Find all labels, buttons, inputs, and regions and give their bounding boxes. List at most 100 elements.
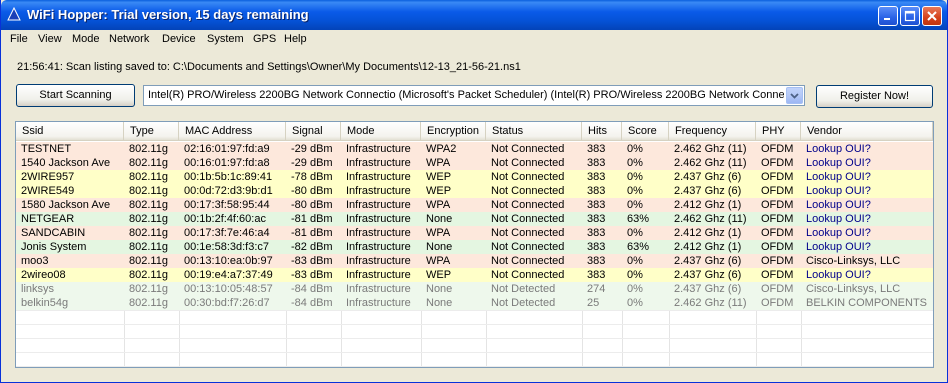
list-header: Ssid Type MAC Address Signal Mode Encryp… [16, 122, 933, 141]
cell-type: 802.11g [129, 297, 168, 309]
column-header-mode[interactable]: Mode [341, 122, 421, 141]
cell-status: Not Detected [491, 297, 556, 309]
window-title: WiFi Hopper: Trial version, 15 days rema… [27, 7, 309, 22]
menu-gps[interactable]: GPS [253, 33, 276, 45]
table-row[interactable]: moo3 802.11g 00:13:10:ea:0b:97 -83 dBm Infra… [16, 254, 933, 268]
menu-network[interactable]: Network [109, 33, 149, 45]
cell-mac-address: 00:1b:2f:4f:60:ac [184, 213, 266, 225]
cell-frequency: 2.437 Ghz (6) [674, 185, 742, 197]
cell-signal: -84 dBm [291, 297, 333, 309]
cell-hits: 383 [587, 157, 606, 169]
table-row[interactable]: Jonis System 802.11g 00:1e:58:3d:f3:c7 -82 … [16, 240, 933, 254]
title-bar[interactable]: WiFi Hopper: Trial version, 15 days rema… [1, 0, 947, 30]
column-header-vendor[interactable]: Vendor [801, 122, 933, 141]
cell-ssid: 1540 Jackson Ave [21, 157, 111, 169]
column-header-hits[interactable]: Hits [582, 122, 622, 141]
cell-mac-address: 00:17:3f:58:95:44 [184, 199, 270, 211]
table-row[interactable]: NETGEAR 802.11g 00:1b:2f:4f:60:ac -81 dBm In… [16, 212, 933, 226]
column-header-frequency[interactable]: Frequency [669, 122, 756, 141]
cell-hits: 274 [587, 283, 606, 295]
cell-mac-address: 00:13:10:05:48:57 [184, 283, 273, 295]
maximize-icon [904, 10, 916, 22]
column-header-type[interactable]: Type [124, 122, 179, 141]
cell-score: 0% [627, 227, 643, 239]
minimize-button[interactable] [878, 6, 898, 26]
maximize-button[interactable] [900, 6, 920, 26]
dropdown-button[interactable] [786, 87, 803, 104]
menu-system[interactable]: System [207, 33, 244, 45]
column-header-score[interactable]: Score [622, 122, 669, 141]
cell-mode: Infrastructure [346, 199, 411, 211]
register-now-button[interactable]: Register Now! [816, 85, 933, 108]
menu-help[interactable]: Help [284, 33, 307, 45]
menu-view[interactable]: View [38, 33, 62, 45]
status-message: 21:56:41: Scan listing saved to: C:\Docu… [17, 61, 521, 73]
network-adapter-select[interactable]: Intel(R) PRO/Wireless 2200BG Network Con… [143, 85, 805, 106]
cell-vendor[interactable]: Lookup OUI? [801, 268, 933, 282]
table-row[interactable]: SANDCABIN 802.11g 00:17:3f:7e:46:a4 -81 dBm… [16, 226, 933, 240]
cell-vendor[interactable]: Lookup OUI? [801, 240, 933, 254]
cell-hits: 383 [587, 213, 606, 225]
cell-phy: OFDM [761, 143, 794, 155]
cell-vendor[interactable]: Lookup OUI? [801, 198, 933, 212]
table-row[interactable]: 2wireo08 802.11g 00:19:e4:a7:37:49 -83 dBm I… [16, 268, 933, 282]
cell-vendor: Cisco-Linksys, LLC [806, 283, 901, 295]
cell-vendor[interactable]: Lookup OUI? [801, 170, 933, 184]
cell-mac-address: 00:17:3f:7e:46:a4 [184, 227, 270, 239]
network-list[interactable]: Ssid Type MAC Address Signal Mode Encryp… [15, 121, 934, 368]
cell-mode: Infrastructure [346, 269, 411, 281]
cell-ssid: 2wireo08 [21, 269, 66, 281]
cell-status: Not Connected [491, 227, 565, 239]
start-scanning-button[interactable]: Start Scanning [16, 84, 135, 107]
menu-file[interactable]: File [10, 33, 28, 45]
column-header-status[interactable]: Status [486, 122, 582, 141]
table-row[interactable]: belkin54g 802.11g 00:30:bd:f7:26:d7 -84 dBm… [16, 296, 933, 310]
cell-vendor[interactable]: Lookup OUI? [801, 142, 933, 156]
cell-frequency: 2.462 Ghz (11) [674, 297, 747, 309]
cell-vendor: BELKIN COMPONENTS [806, 297, 928, 309]
column-header-ssid[interactable]: Ssid [16, 122, 124, 141]
cell-mac-address: 00:30:bd:f7:26:d7 [184, 297, 270, 309]
table-row[interactable]: TESTNET 802.11g 02:16:01:97:fd:a9 -29 dBm In… [16, 142, 933, 156]
cell-encryption: WPA [426, 157, 451, 169]
cell-mode: Infrastructure [346, 255, 411, 267]
close-button[interactable] [922, 6, 942, 26]
cell-encryption: WPA [426, 227, 451, 239]
cell-score: 63% [627, 213, 650, 225]
cell-hits: 383 [587, 269, 606, 281]
cell-encryption: WEP [426, 185, 452, 197]
column-header-signal[interactable]: Signal [286, 122, 341, 141]
table-row[interactable]: linksys 802.11g 00:13:10:05:48:57 -84 dBm In… [16, 282, 933, 296]
column-header-mac-address[interactable]: MAC Address [179, 122, 286, 141]
table-row[interactable]: 1580 Jackson Ave 802.11g 00:17:3f:58:95:44… [16, 198, 933, 212]
cell-phy: OFDM [761, 171, 794, 183]
table-row[interactable]: 1540 Jackson Ave 802.11g 00:16:01:97:fd:a8… [16, 156, 933, 170]
cell-phy: OFDM [761, 227, 794, 239]
cell-type: 802.11g [129, 185, 168, 197]
column-header-encryption[interactable]: Encryption [421, 122, 486, 141]
cell-hits: 25 [587, 297, 600, 309]
cell-type: 802.11g [129, 283, 168, 295]
cell-vendor: Cisco-Linksys, LLC [806, 255, 901, 267]
table-row[interactable]: 2WIRE957 802.11g 00:1b:5b:1c:89:41 -78 dBm I… [16, 170, 933, 184]
cell-vendor[interactable]: Lookup OUI? [801, 184, 933, 198]
close-icon [927, 11, 937, 21]
cell-type: 802.11g [129, 157, 168, 169]
cell-frequency: 2.412 Ghz (1) [674, 241, 742, 253]
column-header-phy[interactable]: PHY [756, 122, 801, 141]
menu-device[interactable]: Device [162, 33, 196, 45]
menu-mode[interactable]: Mode [72, 33, 100, 45]
cell-vendor[interactable]: Lookup OUI? [801, 156, 933, 170]
cell-signal: -81 dBm [291, 227, 333, 239]
cell-encryption: WPA2 [426, 143, 457, 155]
cell-phy: OFDM [761, 185, 794, 197]
cell-mac-address: 00:13:10:ea:0b:97 [184, 255, 273, 267]
cell-hits: 383 [587, 255, 606, 267]
cell-score: 0% [627, 255, 643, 267]
cell-vendor[interactable]: Lookup OUI? [801, 226, 933, 240]
cell-vendor[interactable]: Lookup OUI? [801, 212, 933, 226]
cell-hits: 383 [587, 199, 606, 211]
cell-score: 0% [627, 297, 643, 309]
cell-ssid: TESTNET [21, 143, 72, 155]
table-row[interactable]: 2WIRE549 802.11g 00:0d:72:d3:9b:d1 -80 dBm I… [16, 184, 933, 198]
